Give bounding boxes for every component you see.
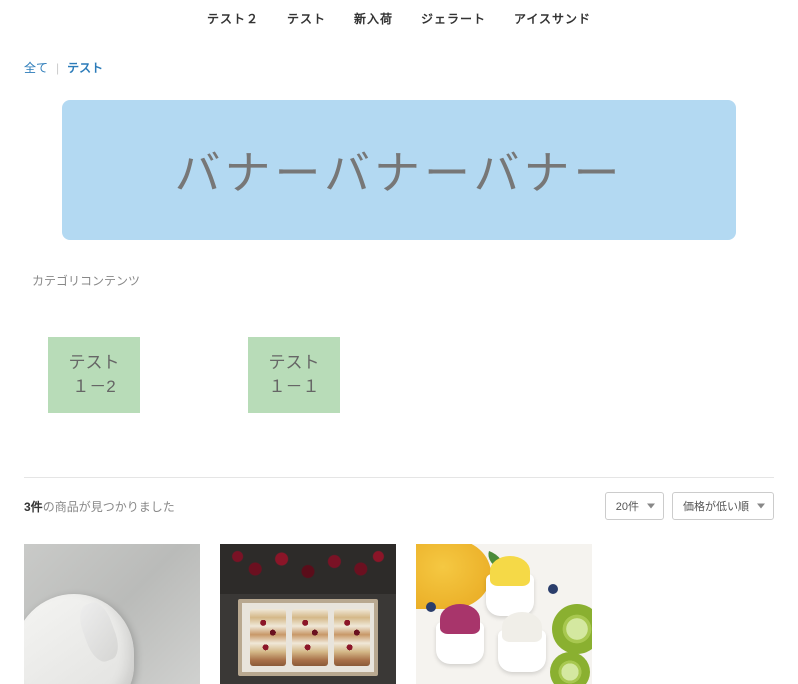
product-image [24,594,134,684]
tile-line: テスト [69,351,120,375]
nav-item[interactable]: 新入荷 [354,10,393,27]
subcategory-tile[interactable]: テスト １－１ [248,337,340,413]
nav-item[interactable]: テスト２ [207,10,259,27]
list-controls: 20件 価格が低い順 [605,492,774,520]
tile-line: １－2 [72,375,115,399]
breadcrumb-root-link[interactable]: 全て [24,59,48,76]
nav-item[interactable]: アイスサンド [514,10,591,27]
product-card[interactable] [220,544,396,684]
results-count-text: 3件の商品が見つかりました [24,498,175,515]
hero-banner[interactable]: バナーバナーバナー [62,100,736,240]
per-page-select[interactable]: 20件 [605,492,664,520]
nav-item[interactable]: テスト [287,10,326,27]
breadcrumb: 全て | テスト [24,59,774,76]
nav-item[interactable]: ジェラート [421,10,486,27]
product-image [416,544,491,609]
subcategory-tiles: テスト １－2 テスト １－１ [48,337,774,413]
results-suffix: の商品が見つかりました [43,500,175,514]
product-card[interactable] [416,544,592,684]
category-contents-label: カテゴリコンテンツ [32,272,766,289]
breadcrumb-current: テスト [67,59,103,76]
tile-line: １－１ [269,375,320,399]
results-bar: 3件の商品が見つかりました 20件 価格が低い順 [24,492,774,520]
banner-text: バナーバナーバナー [174,137,623,203]
product-grid [24,544,774,684]
sort-select[interactable]: 価格が低い順 [672,492,774,520]
product-image [220,544,396,594]
product-card[interactable] [24,544,200,684]
subcategory-tile[interactable]: テスト １－2 [48,337,140,413]
per-page-value: 20件 [616,501,639,513]
results-number: 3件 [24,500,43,514]
divider [24,477,774,478]
tile-line: テスト [269,351,320,375]
sort-value: 価格が低い順 [683,501,749,513]
top-nav: テスト２ テスト 新入荷 ジェラート アイスサンド [0,0,798,45]
breadcrumb-separator: | [56,61,59,75]
product-image [238,599,378,676]
